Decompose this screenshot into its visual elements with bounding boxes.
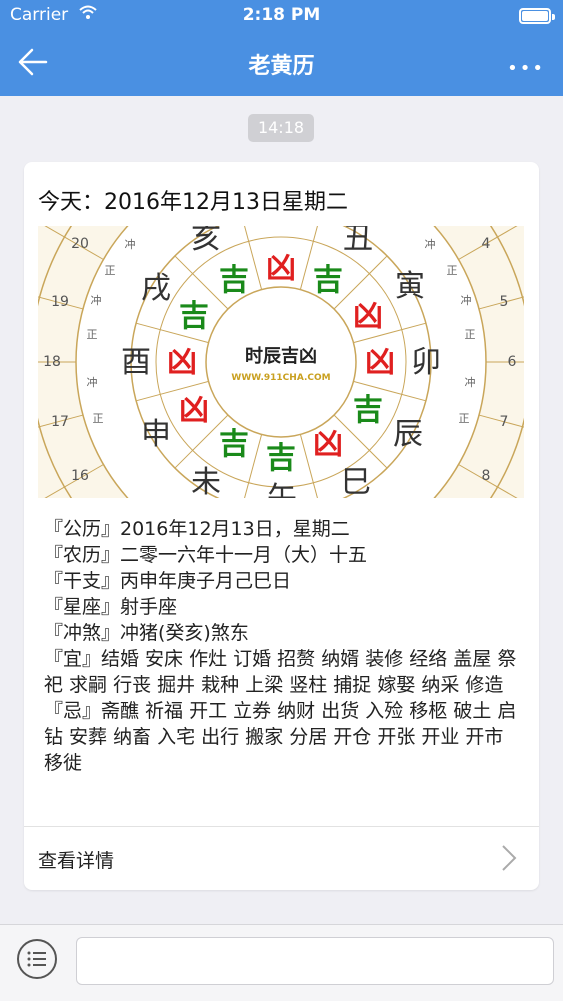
hour-label: 5: [500, 294, 509, 310]
lunar-date: 『农历』二零一六年十一月（大）十五: [44, 544, 368, 566]
branch-label: 亥: [191, 226, 221, 256]
wheel-center-url: WWW.911CHA.COM: [231, 373, 330, 383]
hour-label: 8: [482, 468, 491, 484]
chong-sha: 『冲煞』冲猪(癸亥)煞东: [44, 622, 249, 644]
message-timestamp: 14:18: [248, 114, 314, 142]
fortune-xiong: 凶: [313, 427, 343, 462]
ring-label: 正: [459, 412, 470, 425]
ring-label: 冲: [87, 375, 98, 389]
suitable-activities: 『宜』结婚 安床 作灶 订婚 招赘 纳婿 装修 经络 盖屋 祭祀 求嗣 行丧 掘…: [44, 648, 517, 696]
branch-label: 辰: [393, 417, 423, 452]
ring-label: 冲: [91, 293, 102, 307]
branch-label: 未: [191, 465, 221, 498]
zodiac-sign: 『星座』射手座: [44, 596, 178, 618]
gregorian-date: 『公历』2016年12月13日，星期二: [44, 518, 350, 540]
more-options-icon[interactable]: •••: [507, 58, 545, 79]
hour-label: 6: [508, 354, 517, 370]
ganzhi: 『干支』丙申年庚子月己巳日: [44, 570, 292, 592]
hour-label: 19: [51, 294, 69, 310]
branch-label: 卯: [411, 345, 441, 380]
fortune-xiong: 凶: [266, 251, 296, 286]
hour-label: 4: [482, 236, 491, 252]
fortune-ji: 吉: [179, 299, 209, 334]
fortune-xiong: 凶: [179, 393, 209, 428]
chevron-right-icon[interactable]: [501, 844, 517, 872]
input-toolbar: [0, 924, 563, 1001]
page-title: 老黄历: [248, 54, 315, 79]
branch-label: 申: [141, 417, 171, 452]
fortune-xiong: 凶: [167, 345, 197, 380]
fortune-xiong: 凶: [353, 299, 383, 334]
fortune-ji: 吉: [219, 263, 249, 298]
ring-label: 冲: [425, 237, 436, 251]
branch-label: 午: [267, 481, 297, 498]
almanac-details: 『公历』2016年12月13日，星期二 『农历』二零一六年十一月（大）十五 『干…: [44, 516, 524, 776]
battery-icon: [519, 8, 555, 24]
hour-fortune-wheel-image[interactable]: 20 19 18 17 16 4 5 6 7 8 冲 正 冲 正 冲 正 冲 正…: [38, 226, 524, 498]
menu-list-icon[interactable]: [17, 939, 57, 979]
ring-label: 正: [93, 412, 104, 425]
fortune-ji: 吉: [219, 427, 249, 462]
ring-label: 冲: [465, 375, 476, 389]
status-time: 2:18 PM: [242, 5, 321, 25]
fortune-xiong: 凶: [365, 345, 395, 380]
hour-label: 17: [51, 414, 69, 430]
branch-label: 丑: [343, 226, 373, 256]
almanac-card[interactable]: 今天：2016年12月13日星期二 20 19 18 17 16 4 5 6 7…: [24, 162, 539, 890]
ring-label: 正: [447, 264, 458, 277]
hour-label: 7: [500, 414, 509, 430]
divider: [24, 826, 539, 827]
fortune-ji: 吉: [353, 393, 383, 428]
ring-label: 正: [87, 328, 98, 341]
branch-label: 酉: [121, 345, 151, 380]
fortune-ji: 吉: [313, 263, 343, 298]
ring-label: 正: [105, 264, 116, 277]
ring-label: 冲: [461, 293, 472, 307]
branch-label: 巳: [341, 465, 371, 498]
hour-label: 20: [71, 236, 89, 252]
view-details-link[interactable]: 查看详情: [38, 846, 114, 873]
avoid-activities: 『忌』斋醮 祈福 开工 立券 纳财 出货 入殓 移柩 破土 启钻 安葬 纳畜 入…: [44, 700, 517, 774]
wheel-center-title: 时辰吉凶: [245, 345, 317, 367]
message-input[interactable]: [76, 937, 554, 985]
status-bar: Carrier 2:18 PM: [0, 0, 563, 32]
fortune-ji: 吉: [266, 441, 296, 476]
branch-label: 寅: [395, 269, 425, 304]
hour-label: 16: [71, 468, 89, 484]
navigation-bar: Carrier 2:18 PM 老黄历 •••: [0, 0, 563, 96]
card-title: 今天：2016年12月13日星期二: [38, 190, 348, 215]
ring-label: 正: [465, 328, 476, 341]
branch-label: 戌: [141, 271, 171, 306]
hour-label: 18: [43, 354, 61, 370]
ring-label: 冲: [125, 237, 136, 251]
